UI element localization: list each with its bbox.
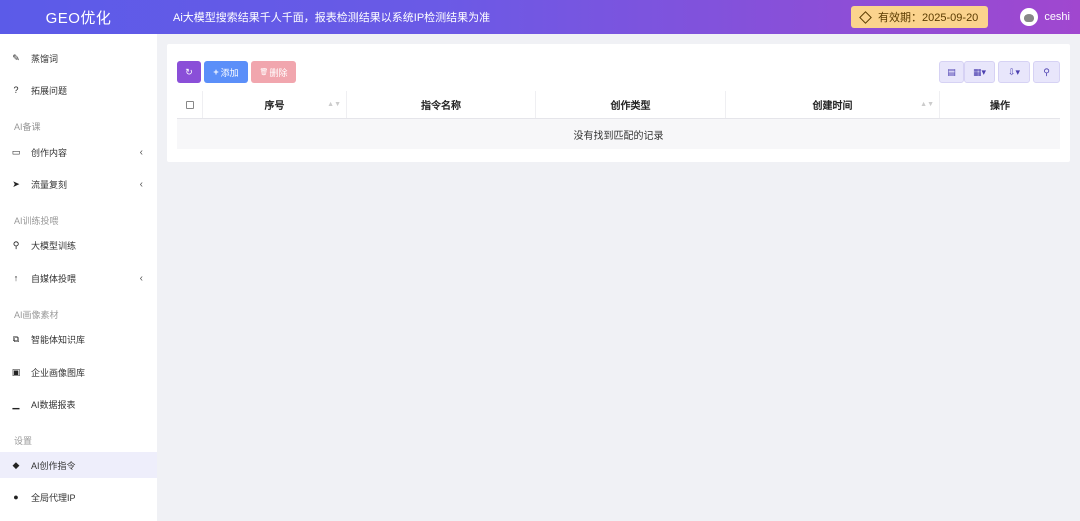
copy-icon: ⧉ [12, 333, 20, 344]
table-header: 序号 ▲▼ 指令名称 创作类型 创建时间 ▲▼ 操作 [177, 91, 1060, 119]
chevron-left-icon: ‹ [139, 272, 143, 284]
sidebar-item-label: 智能体知识库 [31, 334, 86, 345]
sidebar: ✎ 蒸馏词 ? 拓展问题 AI备课 ▭ 创作内容 ‹ ➤ 流量复刻 ‹ AI训练… [0, 34, 157, 521]
plus-icon: + [213, 67, 219, 77]
expiry-label: 有效期：2025-09-20 [878, 12, 979, 24]
chevron-left-icon: ‹ [139, 178, 143, 190]
sidebar-item-label: 拓展问题 [31, 85, 68, 96]
sort-icon: ▲▼ [920, 101, 934, 108]
columns-button[interactable]: ▦▾ [964, 61, 995, 83]
export-icon: ⇩▾ [1007, 66, 1021, 77]
sidebar-item-label: 大模型训练 [31, 240, 77, 251]
col-index-label: 序号 [264, 101, 285, 112]
col-actions-label: 操作 [990, 101, 1010, 112]
question-icon: ? [13, 85, 19, 95]
refresh-button[interactable]: ↻ [177, 61, 201, 83]
sidebar-item-ai-instructions[interactable]: ◆ AI创作指令 [0, 452, 157, 478]
tag-icon: ◆ [12, 459, 20, 470]
sidebar-item-image-gallery[interactable]: ▣ 企业画像图库 [0, 359, 157, 385]
username[interactable]: ceshi [1044, 11, 1070, 23]
arrow-up-icon: ↑ [13, 273, 19, 283]
user-menu[interactable]: ceshi [1020, 8, 1070, 26]
rocket-icon: ➤ [12, 178, 20, 189]
col-type: 创作类型 [536, 91, 726, 118]
top-bar: GEO优化 Ai大模型搜索结果千人千面，报表检测结果以系统IP检测结果为准 有效… [0, 0, 1080, 34]
empty-message: 没有找到匹配的记录 [177, 119, 1060, 149]
columns-icon: ▦▾ [972, 66, 987, 77]
sidebar-item-label: 企业画像图库 [31, 367, 86, 378]
sidebar-item-label: 蒸馏词 [31, 53, 59, 64]
sidebar-group-label: 设置 [14, 436, 33, 446]
data-table: 序号 ▲▼ 指令名称 创作类型 创建时间 ▲▼ 操作 没有找到匹配的记录 [177, 91, 1060, 149]
export-button[interactable]: ⇩▾ [998, 61, 1030, 83]
sidebar-item-expand-questions[interactable]: ? 拓展问题 [0, 77, 157, 103]
sidebar-item-label: 创作内容 [31, 147, 68, 158]
col-actions: 操作 [940, 91, 1060, 118]
search-icon: ⚲ [1043, 66, 1050, 77]
sort-icon: ▲▼ [327, 101, 341, 108]
delete-label: 删除 [269, 67, 288, 78]
sidebar-item-label: 流量复刻 [31, 179, 68, 190]
expiry-badge: 有效期：2025-09-20 [851, 6, 989, 28]
sidebar-item-label: AI数据报表 [31, 399, 76, 410]
col-created[interactable]: 创建时间 ▲▼ [726, 91, 940, 118]
diamond-icon [859, 10, 872, 24]
bar-chart-icon: ▁ [12, 398, 20, 409]
sidebar-item-proxy-ip[interactable]: ● 全局代理IP [0, 484, 157, 510]
main-card: ↻ + 添加 🗑 删除 ▤ ▦▾ ⇩▾ ⚲ 序号 ▲▼ 指令名称 创作类型 创建… [167, 44, 1070, 162]
sidebar-group-label: AI画像素材 [14, 310, 59, 320]
sidebar-item-label: 全局代理IP [31, 492, 76, 503]
sidebar-item-knowledge-base[interactable]: ⧉ 智能体知识库 [0, 326, 157, 352]
search-icon: ⚲ [12, 239, 20, 250]
col-type-label: 创作类型 [610, 101, 651, 112]
col-index[interactable]: 序号 ▲▼ [203, 91, 347, 118]
folder-icon: ▭ [11, 146, 21, 157]
sidebar-item-keywords[interactable]: ✎ 蒸馏词 [0, 45, 157, 71]
trash-icon: 🗑 [259, 69, 269, 76]
sidebar-group-label: AI训练投喂 [14, 216, 59, 226]
card-view-icon: ▤ [947, 66, 956, 77]
select-all-cell[interactable] [177, 91, 203, 118]
sidebar-item-label: AI创作指令 [31, 460, 76, 471]
sidebar-item-label: 自媒体投喂 [31, 273, 77, 284]
sidebar-item-model-training[interactable]: ⚲ 大模型训练 [0, 232, 157, 258]
toggle-view-button[interactable]: ▤ [939, 61, 964, 83]
col-name-label: 指令名称 [421, 101, 461, 112]
sidebar-item-traffic[interactable]: ➤ 流量复刻 ‹ [0, 171, 157, 197]
delete-button[interactable]: 🗑 删除 [251, 61, 296, 83]
brand-title[interactable]: GEO优化 [0, 7, 157, 28]
avatar[interactable] [1020, 8, 1039, 26]
add-button[interactable]: + 添加 [204, 61, 248, 83]
sidebar-group-label: AI备课 [14, 122, 41, 132]
add-label: 添加 [220, 67, 239, 78]
search-button[interactable]: ⚲ [1033, 61, 1060, 83]
sidebar-item-content[interactable]: ▭ 创作内容 ‹ [0, 139, 157, 165]
image-icon: ▣ [11, 366, 21, 377]
notice-text: Ai大模型搜索结果千人千面，报表检测结果以系统IP检测结果为准 [173, 12, 491, 24]
chevron-left-icon: ‹ [139, 146, 143, 158]
col-created-label: 创建时间 [812, 101, 853, 112]
sidebar-item-media-feed[interactable]: ↑ 自媒体投喂 ‹ [0, 265, 157, 291]
sidebar-item-data-report[interactable]: ▁ AI数据报表 [0, 391, 157, 417]
chrome-icon: ● [13, 492, 19, 502]
col-name: 指令名称 [347, 91, 536, 118]
pencil-icon: ✎ [12, 52, 20, 63]
refresh-icon: ↻ [185, 66, 193, 77]
select-all-checkbox[interactable] [185, 100, 194, 109]
